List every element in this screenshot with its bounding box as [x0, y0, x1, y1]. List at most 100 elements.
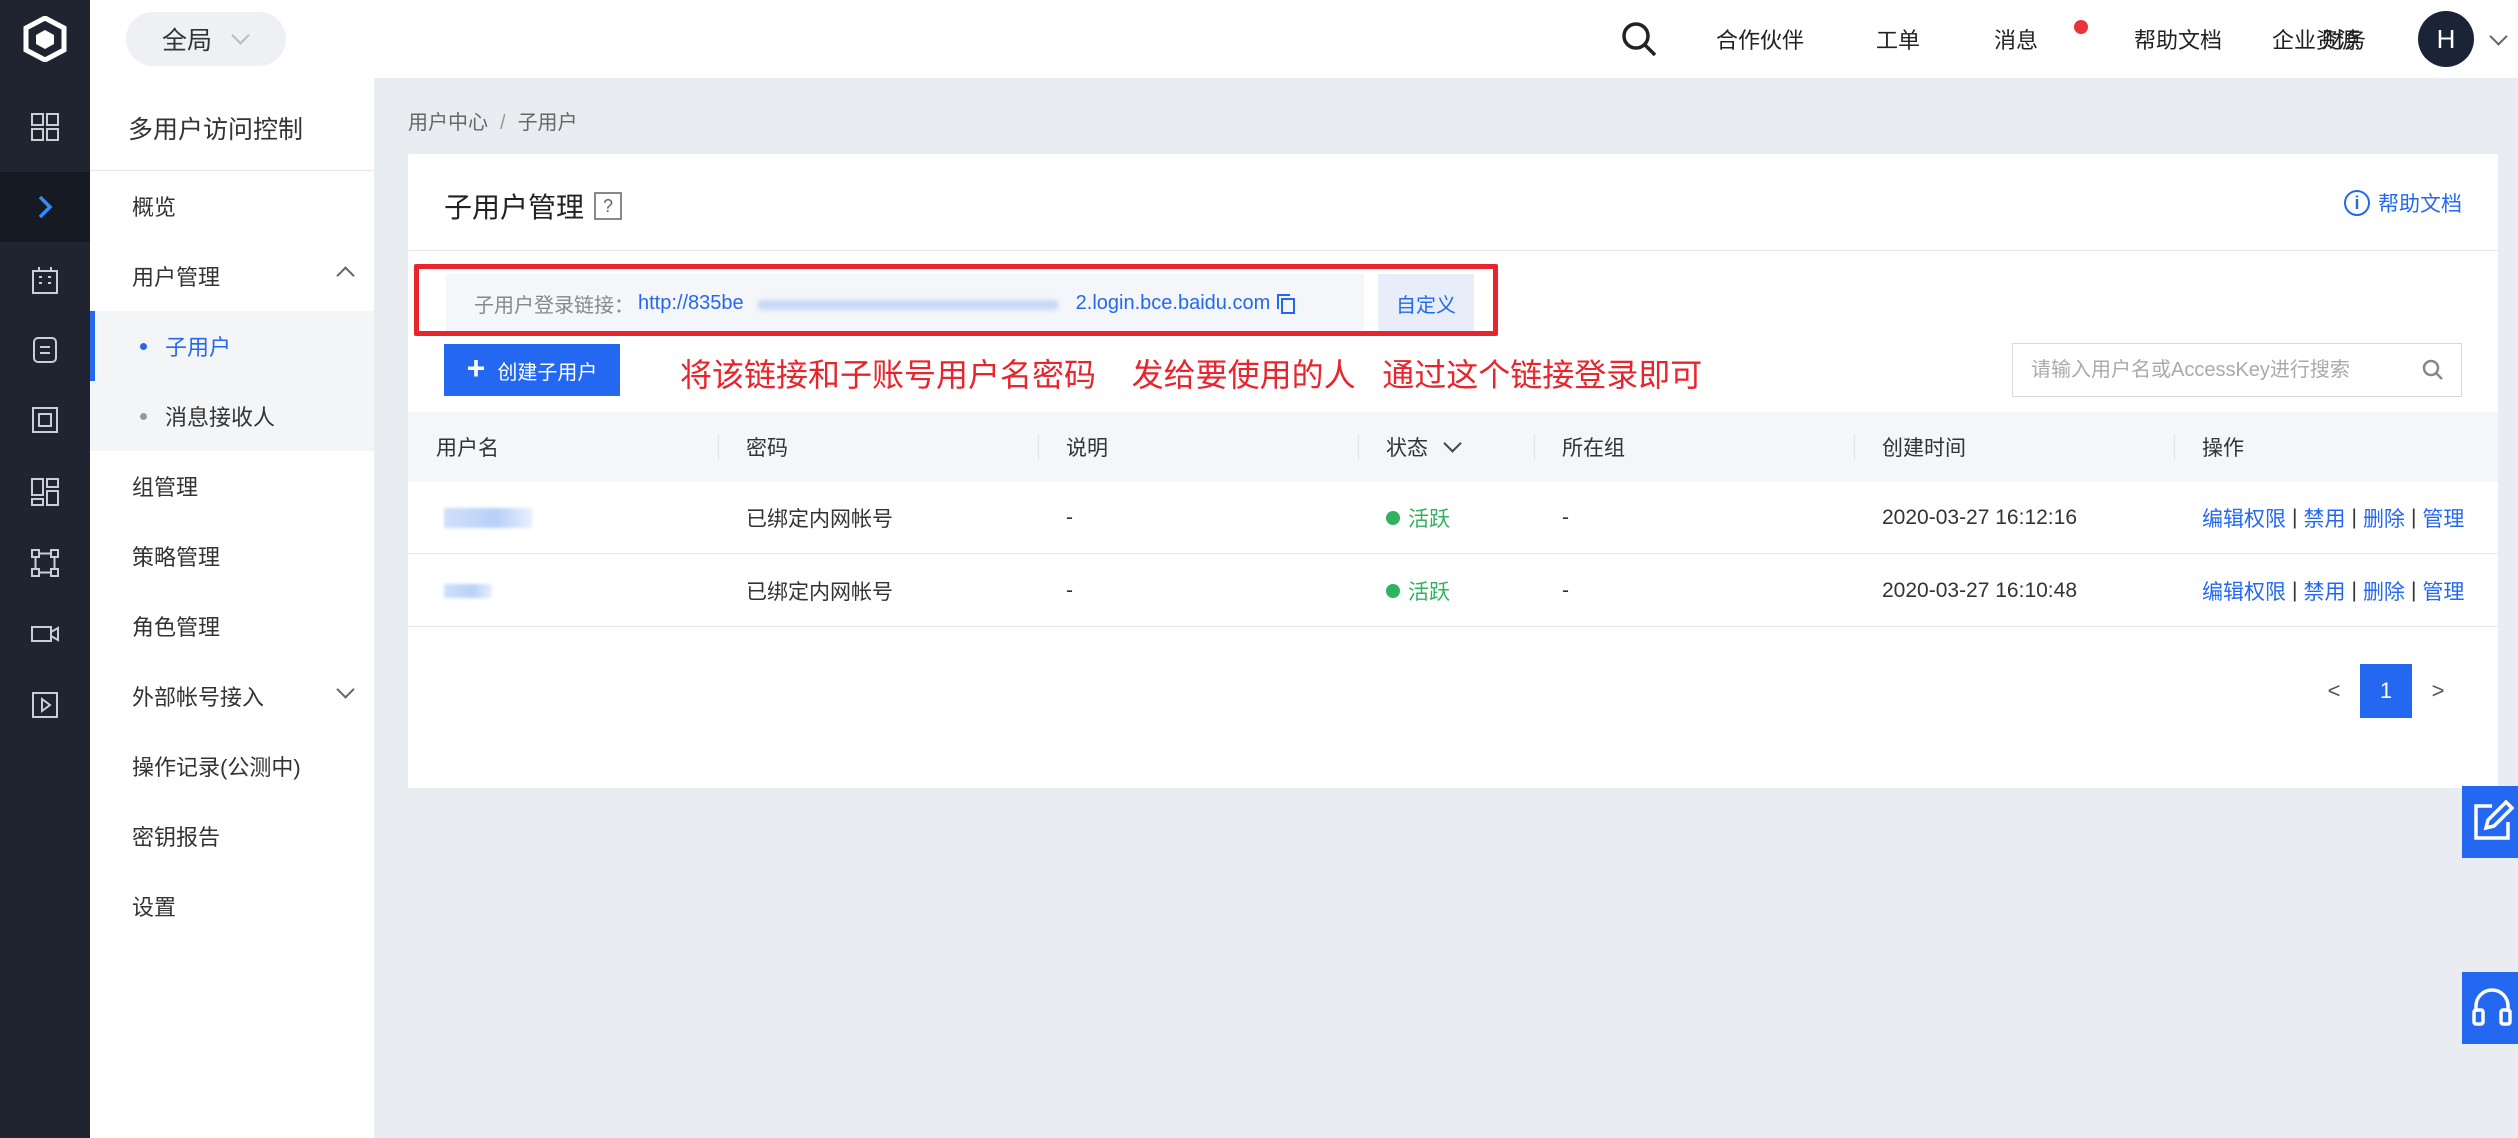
avatar[interactable]: H: [2418, 11, 2474, 67]
sidebar-item-overview[interactable]: 概览: [90, 171, 374, 241]
disable-link[interactable]: 禁用: [2303, 503, 2345, 533]
nav-tickets[interactable]: 工单: [1876, 0, 1920, 78]
sidebar-item-operation-log[interactable]: 操作记录(公测中): [90, 731, 374, 801]
manage-link[interactable]: 管理: [2422, 503, 2464, 533]
sidebar-item-user-management[interactable]: 用户管理: [90, 241, 374, 311]
column-header-created-time: 创建时间: [1854, 412, 2174, 482]
sidebar-item-label: 用户管理: [132, 265, 221, 290]
annotation-note: 将该链接和子账号用户名密码 发给要使用的人 通过这个链接登录即可: [680, 357, 1703, 393]
nav-messages[interactable]: 消息: [1994, 0, 2038, 78]
status-badge: 活跃: [1408, 508, 1450, 531]
page-title: 子用户管理 ?: [444, 186, 623, 226]
chevron-down-icon: [231, 25, 250, 45]
customer-service-button[interactable]: [2462, 972, 2518, 1044]
sidebar-item-label: 策略管理: [132, 545, 221, 570]
search-icon[interactable]: [2421, 358, 2445, 387]
info-icon: i: [2344, 190, 2370, 216]
nav-help-docs[interactable]: 帮助文档: [2134, 0, 2222, 78]
create-sub-user-button[interactable]: + 创建子用户: [444, 344, 620, 396]
feedback-button[interactable]: [2462, 786, 2518, 858]
sidebar-item-key-report[interactable]: 密钥报告: [90, 801, 374, 871]
created-time-cell: 2020-03-27 16:12:16: [1882, 506, 2077, 529]
delete-link[interactable]: 删除: [2363, 503, 2405, 533]
edit-icon: [2474, 800, 2514, 840]
action-separator: |: [2292, 579, 2298, 602]
sidebar-item-label: 密钥报告: [132, 825, 221, 850]
search-icon[interactable]: [1620, 20, 1658, 63]
sidebar-item-groups[interactable]: 组管理: [90, 451, 374, 521]
status-cell: 活跃: [1358, 482, 1450, 554]
edit-permissions-link[interactable]: 编辑权限: [2202, 503, 2286, 533]
prev-page-button[interactable]: <: [2308, 664, 2360, 718]
column-label: 状态: [1386, 437, 1428, 460]
sidebar-item-settings[interactable]: 设置: [90, 871, 374, 941]
disable-link[interactable]: 禁用: [2303, 576, 2345, 606]
sidebar-item-label: 子用户: [165, 335, 232, 360]
sidebar-item-roles[interactable]: 角色管理: [90, 591, 374, 661]
pagination: < 1 >: [2308, 664, 2464, 718]
chevron-up-icon: [336, 266, 355, 285]
table-row: 已绑定内网帐号 - 活跃 - 2020-03-27 16:12:16 编辑权限 |…: [408, 482, 2498, 554]
sidebar-title: 多用户访问控制: [128, 116, 304, 144]
edit-permissions-link[interactable]: 编辑权限: [2202, 576, 2286, 606]
search-box: [2012, 343, 2462, 397]
masked-username: [444, 508, 532, 528]
action-separator: |: [2292, 506, 2298, 529]
masked-username: [444, 584, 492, 598]
sidebar-item-sub-users[interactable]: 子用户: [90, 311, 374, 381]
play-icon[interactable]: [0, 670, 90, 740]
status-cell: 活跃: [1358, 555, 1450, 627]
sidebar-item-external-accounts[interactable]: 外部帐号接入: [90, 661, 374, 731]
chevron-down-icon[interactable]: [1443, 433, 1462, 453]
table-row: 已绑定内网帐号 - 活跃 - 2020-03-27 16:10:48 编辑权限 |…: [408, 555, 2498, 627]
action-separator: |: [2351, 506, 2357, 529]
password-cell: 已绑定内网帐号: [746, 581, 893, 604]
sidebar-item-policies[interactable]: 策略管理: [90, 521, 374, 591]
bullet-icon: [140, 342, 147, 350]
dashboard-icon[interactable]: [0, 457, 90, 527]
username-cell[interactable]: [416, 482, 532, 554]
column-label: 创建时间: [1882, 437, 1966, 460]
nav-partners[interactable]: 合作伙伴: [1716, 0, 1804, 78]
description-cell: -: [1066, 506, 1073, 529]
building-icon[interactable]: [0, 245, 90, 315]
icon-rail: [0, 0, 90, 1138]
question-icon[interactable]: ?: [594, 192, 623, 220]
nav-finance[interactable]: 财务: [2322, 0, 2366, 78]
created-time-cell: 2020-03-27 16:10:48: [1882, 579, 2077, 602]
search-input[interactable]: [2031, 358, 2411, 382]
page-1-button[interactable]: 1: [2360, 664, 2412, 718]
column-header-status[interactable]: 状态: [1358, 412, 1534, 482]
next-page-button[interactable]: >: [2412, 664, 2464, 718]
sidebar-item-label: 角色管理: [132, 615, 221, 640]
column-label: 用户名: [436, 437, 499, 460]
sidebar: 多用户访问控制 概览 用户管理 子用户 消息接收人 组管理 策略管理 角色管理 …: [90, 78, 374, 1138]
action-separator: |: [2410, 506, 2417, 529]
scope-selector[interactable]: 全局: [126, 12, 286, 66]
username-cell[interactable]: [416, 555, 492, 627]
column-label: 说明: [1066, 437, 1108, 460]
manage-link[interactable]: 管理: [2422, 576, 2464, 606]
plus-icon: +: [466, 350, 486, 386]
column-header-password: 密码: [718, 412, 1038, 482]
network-icon[interactable]: [0, 528, 90, 598]
breadcrumb-user-center[interactable]: 用户中心: [408, 112, 488, 134]
sidebar-item-message-recipients[interactable]: 消息接收人: [90, 381, 374, 451]
camera-icon[interactable]: [0, 599, 90, 669]
help-docs-link[interactable]: i 帮助文档: [2344, 188, 2462, 218]
breadcrumb: 用户中心 / 子用户: [408, 106, 578, 135]
logo-icon[interactable]: [0, 0, 90, 78]
page-title-text: 子用户管理: [444, 192, 585, 223]
actions-cell: 编辑权限 | 禁用 | 删除 | 管理: [2174, 555, 2464, 627]
sidebar-item-label: 外部帐号接入: [132, 685, 265, 710]
database-icon[interactable]: [0, 315, 90, 385]
grid-icon[interactable]: [0, 92, 90, 162]
sidebar-item-label: 操作记录(公测中): [132, 755, 301, 780]
chevron-down-icon[interactable]: [2489, 27, 2508, 46]
chevron-right-icon[interactable]: [0, 172, 90, 242]
sub-user-management-card: 子用户管理 ? i 帮助文档 子用户登录链接： http://835be 2.lo…: [408, 154, 2498, 788]
delete-link[interactable]: 删除: [2363, 576, 2405, 606]
notification-dot: [2074, 20, 2088, 34]
headset-icon: [2472, 988, 2512, 1026]
server-icon[interactable]: [0, 385, 90, 455]
